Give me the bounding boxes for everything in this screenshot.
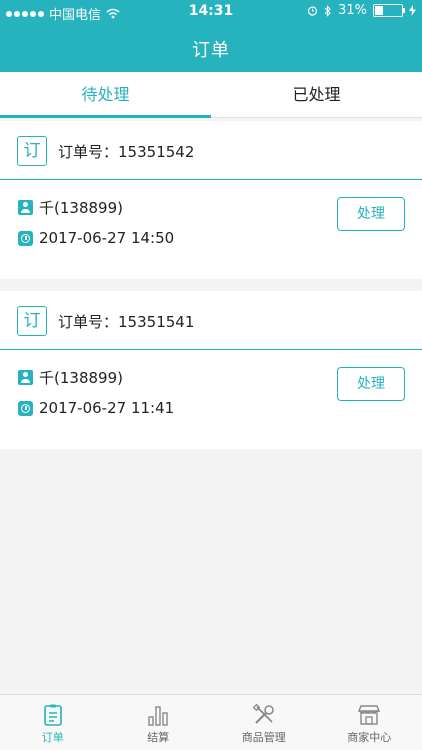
user-icon: [18, 200, 33, 215]
order-card-header: 订 订单号：15351542: [0, 121, 422, 180]
bottom-tab-bar: 订单 结算 商品管理 商家中心: [0, 694, 422, 750]
tab-pending[interactable]: 待处理: [0, 72, 211, 118]
order-card: 订 订单号：15351541 千(138899) 2017-06-27 11:4…: [0, 291, 422, 449]
order-badge-icon: 订: [17, 136, 47, 166]
tab-processed[interactable]: 已处理: [211, 72, 422, 117]
process-button[interactable]: 处理: [337, 367, 405, 401]
page-title: 订单: [192, 40, 230, 61]
order-number-label: 订单号：: [58, 143, 119, 161]
clock-icon: [18, 400, 33, 416]
tabbar-item-orders[interactable]: 订单: [0, 695, 106, 750]
order-datetime: 2017-06-27 11:41: [39, 399, 175, 417]
order-number: 订单号：15351541: [58, 311, 194, 332]
battery-percent: 31%: [338, 3, 367, 18]
tabbar-item-products[interactable]: 商品管理: [211, 695, 317, 750]
status-bar: 中国电信 14:31 31%: [0, 0, 422, 24]
status-right: 31%: [307, 3, 416, 18]
bluetooth-icon: [324, 4, 331, 17]
order-number: 订单号：15351542: [58, 141, 194, 162]
bar-chart-icon: [148, 706, 168, 726]
order-number-label: 订单号：: [58, 313, 119, 331]
clipboard-icon: [43, 704, 62, 726]
tabbar-item-settlement[interactable]: 结算: [106, 695, 212, 750]
order-datetime: 2017-06-27 14:50: [39, 229, 175, 247]
tools-icon: [252, 703, 274, 724]
order-number-value: 15351542: [118, 143, 195, 161]
store-icon: [358, 705, 381, 725]
clock-icon: [18, 230, 33, 246]
process-button[interactable]: 处理: [337, 197, 405, 231]
order-time-row: 2017-06-27 14:50: [18, 229, 174, 247]
order-tabs: 待处理 已处理: [0, 72, 422, 118]
order-badge-icon: 订: [17, 306, 47, 336]
app-header: 中国电信 14:31 31% 订单: [0, 0, 422, 72]
order-user-row: 千(138899): [18, 197, 123, 218]
order-user-row: 千(138899): [18, 367, 123, 388]
battery-icon: [373, 4, 405, 17]
order-time-row: 2017-06-27 11:41: [18, 399, 174, 417]
user-icon: [18, 370, 33, 385]
order-card-header: 订 订单号：15351541: [0, 291, 422, 350]
tabbar-label: 商家中心: [347, 731, 392, 744]
tabbar-label: 商品管理: [241, 731, 286, 744]
tabbar-label: 订单: [41, 731, 64, 744]
alarm-icon: [307, 6, 318, 16]
order-user: 千(138899): [39, 199, 123, 217]
tabbar-label: 结算: [147, 731, 170, 744]
tabbar-item-merchant[interactable]: 商家中心: [317, 695, 422, 750]
order-card: 订 订单号：15351542 千(138899) 2017-06-27 14:5…: [0, 121, 422, 279]
order-number-value: 15351541: [118, 313, 195, 331]
order-list: 订 订单号：15351542 千(138899) 2017-06-27 14:5…: [0, 121, 422, 461]
charging-icon: [409, 5, 416, 16]
order-user: 千(138899): [39, 369, 123, 387]
